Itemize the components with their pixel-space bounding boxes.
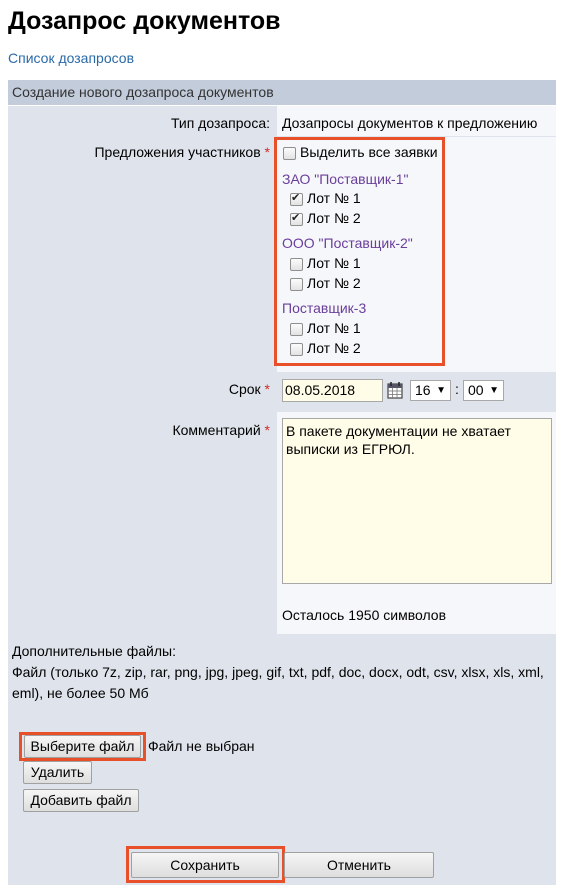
comment-textarea[interactable] bbox=[282, 418, 552, 584]
lot-checkbox[interactable] bbox=[290, 258, 303, 271]
hour-select[interactable]: 16 ▼ bbox=[410, 380, 451, 401]
requests-list-link[interactable]: Список дозапросов bbox=[8, 50, 134, 66]
lot-label[interactable]: Лот № 2 bbox=[307, 340, 361, 356]
supplier-name: ЗАО "Поставщик-1" bbox=[282, 171, 409, 187]
page-title: Дозапрос документов bbox=[8, 7, 281, 35]
delete-button[interactable]: Удалить bbox=[23, 761, 92, 784]
no-file-text: Файл не выбран bbox=[148, 738, 255, 754]
files-hint: Файл (только 7z, zip, rar, png, jpg, jpe… bbox=[12, 664, 544, 701]
cancel-button[interactable]: Отменить bbox=[284, 852, 434, 878]
deadline-label-text: Срок bbox=[228, 381, 261, 397]
lot-checkbox[interactable] bbox=[290, 343, 303, 356]
lot-label[interactable]: Лот № 2 bbox=[307, 210, 361, 226]
type-value: Дозапросы документов к предложению bbox=[282, 115, 538, 131]
save-button[interactable]: Сохранить bbox=[131, 852, 279, 878]
form-header-title: Создание нового дозапроса документов bbox=[12, 84, 274, 100]
calendar-icon[interactable] bbox=[387, 381, 403, 399]
add-file-button[interactable]: Добавить файл bbox=[23, 789, 139, 812]
files-title: Дополнительные файлы: bbox=[12, 643, 176, 659]
lot-checkbox[interactable] bbox=[290, 323, 303, 336]
chevron-down-icon: ▼ bbox=[489, 385, 499, 396]
supplier-name: Поставщик-3 bbox=[282, 300, 367, 316]
time-separator: : bbox=[455, 381, 459, 397]
minute-select-value: 00 bbox=[468, 382, 484, 398]
lot-checkbox[interactable] bbox=[290, 211, 303, 226]
lot-label[interactable]: Лот № 1 bbox=[307, 320, 361, 336]
required-mark: * bbox=[264, 144, 270, 160]
lot-checkbox[interactable] bbox=[290, 191, 303, 206]
offers-label-text: Предложения участников bbox=[94, 144, 261, 160]
lot-label[interactable]: Лот № 1 bbox=[307, 190, 361, 206]
select-all-checkbox[interactable] bbox=[283, 147, 296, 160]
hour-select-value: 16 bbox=[415, 382, 431, 398]
required-mark: * bbox=[264, 381, 270, 397]
comment-label-text: Комментарий bbox=[172, 422, 261, 438]
required-mark: * bbox=[264, 422, 270, 438]
lot-checkbox[interactable] bbox=[290, 278, 303, 291]
deadline-date-input[interactable]: 08.05.2018 bbox=[282, 379, 383, 402]
supplier-name: ООО "Поставщик-2" bbox=[282, 235, 413, 251]
offers-label: Предложения участников * bbox=[94, 144, 270, 160]
lot-label[interactable]: Лот № 2 bbox=[307, 275, 361, 291]
chevron-down-icon: ▼ bbox=[436, 385, 446, 396]
chars-left-counter: Осталось 1950 символов bbox=[282, 607, 447, 623]
deadline-label: Срок * bbox=[229, 381, 270, 397]
select-all-label[interactable]: Выделить все заявки bbox=[300, 144, 438, 160]
choose-file-button[interactable]: Выберите файл bbox=[24, 735, 141, 758]
type-label: Тип дозапроса: bbox=[170, 115, 270, 131]
minute-select[interactable]: 00 ▼ bbox=[463, 380, 504, 401]
comment-label: Комментарий * bbox=[172, 422, 270, 438]
lot-label[interactable]: Лот № 1 bbox=[307, 255, 361, 271]
